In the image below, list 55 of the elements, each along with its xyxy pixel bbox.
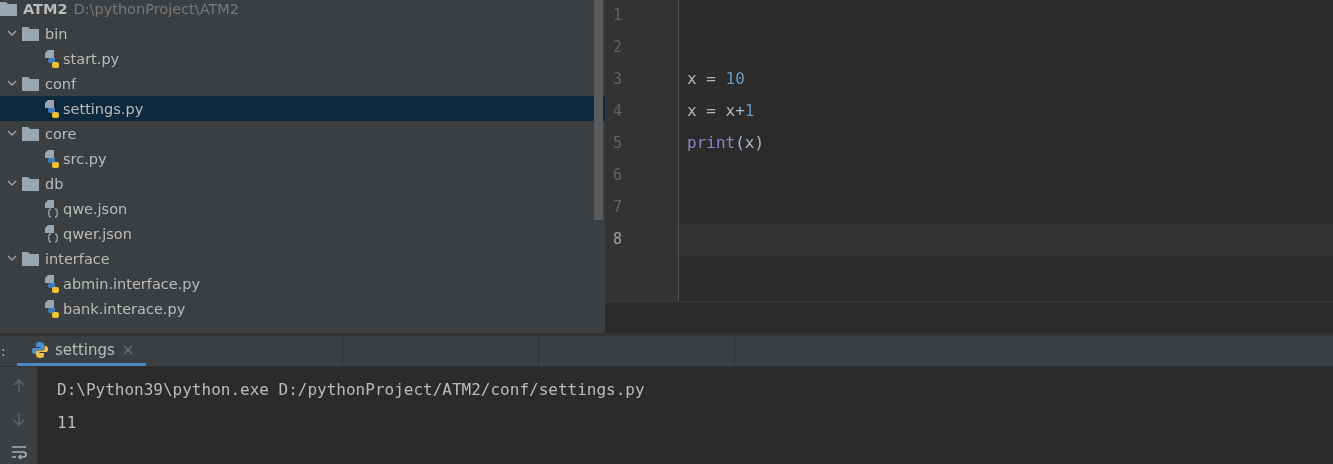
project-path: D:\pythonProject\ATM2 [73,0,240,17]
chevron-icon[interactable] [7,130,17,137]
code-line: x = 10 [687,69,745,88]
tree-row[interactable]: start.py [0,46,605,71]
tree-row[interactable]: qwe.json [0,196,605,221]
python-file-icon [44,149,60,168]
code-line: print(x) [687,133,765,152]
tree-item-label: db [45,175,64,192]
console-output-line: D:\Python39\python.exe D:/pythonProject/ATM2/conf/settings.py [57,379,645,401]
tree-item-label: src.py [63,150,107,167]
tree-item-label: qwe.json [63,200,128,217]
python-icon [31,340,49,359]
tree-row[interactable]: interface [0,246,605,271]
line-number: 8 [613,230,623,248]
tree-row[interactable]: qwer.json [0,221,605,246]
chevron-icon[interactable] [7,30,17,37]
python-file-icon [44,299,60,318]
tree-item-label: core [45,125,77,142]
json-file-icon [44,224,60,243]
python-file-icon [44,99,60,118]
tree-item-label: abmin.interface.py [63,275,201,292]
scrollbar[interactable] [594,0,603,220]
tree-row[interactable]: bank.interace.py [0,296,605,321]
tree-row[interactable]: conf [0,71,605,96]
tree-row[interactable]: core [0,121,605,146]
tree-item-label: qwer.json [63,225,132,242]
tree-item-label: conf [45,75,77,92]
folder-icon [22,26,39,41]
code-line: x = x+1 [687,101,755,120]
folder-icon [22,76,39,91]
chevron-icon[interactable] [7,80,17,87]
tree-row[interactable]: bin [0,21,605,46]
folder-icon [22,251,39,266]
tree-item-label: start.py [63,50,120,67]
folder-icon [22,126,39,141]
tree-item-label: interface [45,250,110,267]
python-file-icon [44,49,60,68]
tree-row[interactable]: settings.py [0,96,605,121]
run-tab[interactable]: settings × [17,336,146,366]
tree-item-label: bin [45,25,68,42]
tree-item-label: bank.interace.py [63,300,186,317]
chevron-icon[interactable] [7,180,17,187]
tree-item-label: settings.py [63,100,144,117]
console-output-line: 11 [57,412,78,434]
python-file-icon [44,274,60,293]
folder-icon [22,176,39,191]
tree-row[interactable]: src.py [0,146,605,171]
json-file-icon [44,199,60,218]
tree-item-label: ATM2 [23,0,68,17]
folder-icon [0,1,17,16]
tree-row[interactable]: db [0,171,605,196]
panel-label: : [1,342,7,361]
soft-wrap-icon[interactable] [10,445,27,459]
chevron-icon[interactable] [7,255,17,262]
tree-row[interactable]: abmin.interface.py [0,271,605,296]
